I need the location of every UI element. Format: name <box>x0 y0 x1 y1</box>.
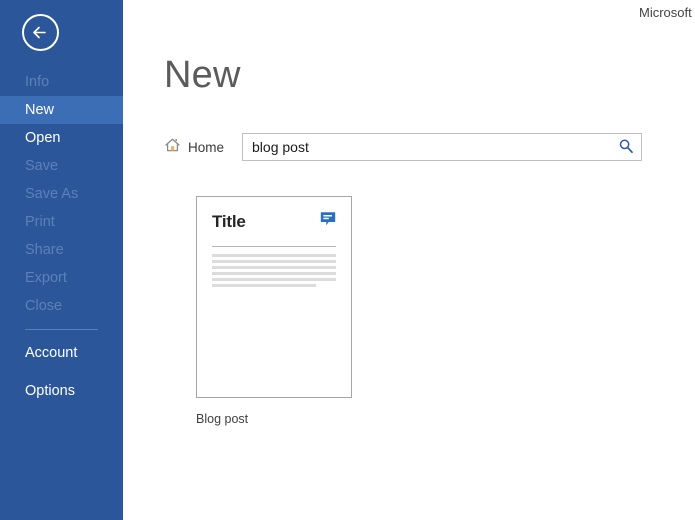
search-row: Home <box>164 133 643 161</box>
sidebar-nav: Info New Open Save Save As Print Share E… <box>0 68 123 405</box>
sidebar-item-share[interactable]: Share <box>0 236 123 264</box>
sidebar-item-new[interactable]: New <box>0 96 123 124</box>
thumbnail-body-line <box>212 272 336 275</box>
thumbnail-body-lines <box>212 254 336 290</box>
product-name-label: Microsoft <box>639 5 692 20</box>
sidebar-item-close[interactable]: Close <box>0 292 123 320</box>
thumbnail-body-line <box>212 278 336 281</box>
thumbnail-title: Title <box>212 211 246 231</box>
template-label: Blog post <box>196 412 249 426</box>
page-title: New <box>164 54 241 96</box>
sidebar-item-export[interactable]: Export <box>0 264 123 292</box>
thumbnail-header: Title <box>212 211 336 232</box>
thumbnail-body-line <box>212 260 336 263</box>
sidebar-item-print[interactable]: Print <box>0 208 123 236</box>
sidebar-item-open[interactable]: Open <box>0 124 123 152</box>
arrow-left-icon <box>24 16 57 49</box>
sidebar-item-save-as[interactable]: Save As <box>0 180 123 208</box>
thumbnail-body-line <box>212 254 336 257</box>
back-button[interactable] <box>22 14 59 51</box>
template-results-grid: Title Blog post <box>196 196 352 426</box>
backstage-sidebar: Info New Open Save Save As Print Share E… <box>0 0 123 520</box>
thumbnail-body-line <box>212 266 336 269</box>
search-box[interactable] <box>242 133 643 161</box>
sidebar-item-info[interactable]: Info <box>0 68 123 96</box>
template-thumbnail[interactable]: Title <box>196 196 352 398</box>
search-icon <box>618 138 634 157</box>
sidebar-divider <box>25 329 98 330</box>
sidebar-item-account[interactable]: Account <box>0 339 123 367</box>
comment-icon <box>320 211 336 232</box>
home-icon <box>164 137 181 158</box>
sidebar-item-save[interactable]: Save <box>0 152 123 180</box>
thumbnail-divider <box>212 246 336 247</box>
search-submit-button[interactable] <box>617 138 635 156</box>
template-card-blog-post[interactable]: Title Blog post <box>196 196 352 426</box>
main-content: Microsoft New Home blog post Title Blog … <box>123 0 695 520</box>
home-link-label: Home <box>188 139 225 155</box>
sidebar-item-options[interactable]: Options <box>0 377 123 405</box>
home-link[interactable]: Home <box>164 137 224 158</box>
thumbnail-body-line <box>212 284 317 287</box>
search-input[interactable] <box>243 134 642 160</box>
